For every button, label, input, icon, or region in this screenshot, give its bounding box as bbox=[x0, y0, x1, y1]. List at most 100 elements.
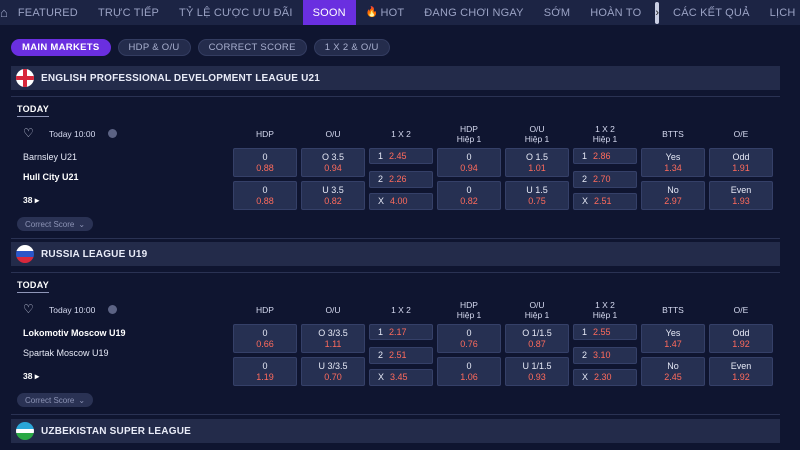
odds-line: No bbox=[667, 184, 679, 195]
nav-featured[interactable]: FEATURED bbox=[8, 0, 88, 25]
nav-best-odds[interactable]: TỶ LỆ CƯỢC ƯU ĐÃI bbox=[169, 0, 303, 25]
nav-results[interactable]: CÁC KẾT QUẢ bbox=[663, 0, 760, 25]
odds-cell-x12[interactable]: 2 2.26 bbox=[369, 171, 433, 188]
outcome-key: 2 bbox=[378, 350, 384, 360]
league-name: ENGLISH PROFESSIONAL DEVELOPMENT LEAGUE … bbox=[41, 72, 321, 84]
uzbekistan-flag-icon bbox=[16, 422, 34, 440]
odds-cell-x12[interactable]: 1 2.45 bbox=[369, 148, 433, 164]
odds-value: 0.93 bbox=[528, 371, 546, 382]
tab-hdp-ou[interactable]: HDP & O/U bbox=[117, 39, 191, 56]
odds-line: O 3.5 bbox=[321, 151, 344, 162]
odds-value: 3.45 bbox=[390, 372, 408, 382]
league-header[interactable]: ENGLISH PROFESSIONAL DEVELOPMENT LEAGUE … bbox=[11, 66, 780, 90]
home-icon[interactable]: ⌂ bbox=[0, 0, 8, 25]
odds-cell-hdp[interactable]: 0 1.19 bbox=[233, 357, 297, 386]
column-header-sub: Hiệp 1 bbox=[592, 134, 618, 144]
odds-cell-x12_h1[interactable]: 2 3.10 bbox=[573, 347, 637, 364]
odds-value: 0.66 bbox=[256, 338, 274, 349]
odds-cell-x12_h1[interactable]: X 2.51 bbox=[573, 193, 637, 210]
odds-cell-hdp[interactable]: 0 0.88 bbox=[233, 148, 297, 177]
odds-cell-x12_h1[interactable]: 1 2.86 bbox=[573, 148, 637, 164]
odds-cell-hdp_h1[interactable]: 0 0.82 bbox=[437, 181, 501, 210]
odds-cell-btts[interactable]: Yes 1.47 bbox=[641, 324, 705, 353]
odds-line: No bbox=[667, 360, 679, 371]
tab-1x2-ou[interactable]: 1 X 2 & O/U bbox=[313, 39, 390, 56]
odds-cell-hdp[interactable]: 0 0.66 bbox=[233, 324, 297, 353]
odds-cell-btts[interactable]: No 2.97 bbox=[641, 181, 705, 210]
more-markets-link[interactable]: 38 ▸ bbox=[23, 195, 39, 206]
odds-cell-x12[interactable]: 2 2.51 bbox=[369, 347, 433, 364]
chevron-down-icon: ⌄ bbox=[78, 219, 86, 229]
odds-cell-oe[interactable]: Odd 1.91 bbox=[709, 148, 773, 177]
column-header-x12_h1: 1 X 2 Hiệp 1 bbox=[573, 300, 637, 320]
nav-schedule[interactable]: LỊCH bbox=[760, 0, 800, 25]
odds-cell-hdp_h1[interactable]: 0 1.06 bbox=[437, 357, 501, 386]
column-header-oe: O/E bbox=[733, 305, 749, 315]
odds-cell-ou[interactable]: O 3.5 0.94 bbox=[301, 148, 365, 177]
odds-value: 2.97 bbox=[664, 195, 682, 206]
column-header-x12: 1 X 2 bbox=[391, 129, 411, 139]
tab-correct-score[interactable]: CORRECT SCORE bbox=[197, 39, 307, 56]
nav-early[interactable]: SỚM bbox=[534, 0, 581, 25]
odds-cell-oe[interactable]: Odd 1.92 bbox=[709, 324, 773, 353]
league-header[interactable]: UZBEKISTAN SUPER LEAGUE bbox=[11, 419, 780, 443]
outcome-key: X bbox=[582, 372, 589, 382]
fire-icon: 🔥 bbox=[365, 7, 379, 18]
odds-cell-ou_h1[interactable]: U 1/1.5 0.93 bbox=[505, 357, 569, 386]
nav-live[interactable]: TRỰC TIẾP bbox=[88, 0, 169, 25]
nav-hot-label: HOT bbox=[380, 6, 405, 19]
odds-cell-ou[interactable]: U 3.5 0.82 bbox=[301, 181, 365, 210]
odds-line: Even bbox=[730, 184, 752, 195]
odds-line: Yes bbox=[665, 151, 681, 162]
correct-score-dropdown[interactable]: Correct Score ⌄ bbox=[17, 217, 94, 231]
odds-value: 1.91 bbox=[732, 162, 750, 173]
nav-hot[interactable]: 🔥 HOT bbox=[356, 0, 414, 25]
odds-cell-hdp_h1[interactable]: 0 0.94 bbox=[437, 148, 501, 177]
odds-cell-hdp_h1[interactable]: 0 0.76 bbox=[437, 324, 501, 353]
odds-value: 2.70 bbox=[593, 174, 611, 184]
more-markets-link[interactable]: 38 ▸ bbox=[23, 371, 39, 382]
odds-line: 0 bbox=[466, 360, 472, 371]
odds-cell-x12_h1[interactable]: X 2.30 bbox=[573, 369, 637, 386]
today-label: TODAY bbox=[17, 280, 50, 293]
odds-cell-ou[interactable]: U 3/3.5 0.70 bbox=[301, 357, 365, 386]
odds-cell-ou[interactable]: O 3/3.5 1.11 bbox=[301, 324, 365, 353]
favorite-heart-icon[interactable]: ♡ bbox=[23, 126, 34, 140]
odds-cell-x12[interactable]: X 4.00 bbox=[369, 193, 433, 210]
odds-cell-x12[interactable]: X 3.45 bbox=[369, 369, 433, 386]
correct-score-label: Correct Score bbox=[25, 395, 75, 405]
nav-playing-now[interactable]: ĐANG CHƠI NGAY bbox=[414, 0, 533, 25]
match-time: Today 10:00 bbox=[49, 129, 96, 139]
odds-cell-ou_h1[interactable]: O 1.5 1.01 bbox=[505, 148, 569, 177]
column-header-sub: Hiệp 1 bbox=[456, 310, 482, 320]
column-header-btts: BTTS bbox=[662, 129, 684, 139]
odds-line: U 3.5 bbox=[322, 184, 344, 195]
odds-line: U 3/3.5 bbox=[318, 360, 348, 371]
nav-soon[interactable]: SOON bbox=[302, 0, 356, 25]
odds-cell-hdp[interactable]: 0 0.88 bbox=[233, 181, 297, 210]
odds-cell-x12_h1[interactable]: 1 2.55 bbox=[573, 324, 637, 340]
odds-cell-btts[interactable]: Yes 1.34 bbox=[641, 148, 705, 177]
odds-line: U 1/1.5 bbox=[522, 360, 552, 371]
odds-cell-oe[interactable]: Even 1.93 bbox=[709, 181, 773, 210]
tab-main-markets[interactable]: MAIN MARKETS bbox=[11, 39, 111, 56]
odds-value: 1.34 bbox=[664, 162, 682, 173]
nav-complete[interactable]: HOÀN TO bbox=[580, 0, 651, 25]
outcome-key: 1 bbox=[378, 326, 384, 337]
odds-value: 2.17 bbox=[389, 326, 407, 337]
odds-cell-ou_h1[interactable]: U 1.5 0.75 bbox=[505, 181, 569, 210]
odds-cell-ou_h1[interactable]: O 1/1.5 0.87 bbox=[505, 324, 569, 353]
column-header-ou_h1: O/U Hiệp 1 bbox=[505, 124, 569, 144]
favorite-heart-icon[interactable]: ♡ bbox=[23, 302, 34, 316]
odds-value: 1.19 bbox=[256, 371, 274, 382]
odds-line: 0 bbox=[466, 184, 472, 195]
odds-line: 0 bbox=[262, 360, 268, 371]
chevron-right-icon[interactable]: › bbox=[655, 1, 660, 24]
odds-cell-btts[interactable]: No 2.45 bbox=[641, 357, 705, 386]
odds-value: 1.11 bbox=[324, 338, 342, 349]
league-header[interactable]: RUSSIA LEAGUE U19 bbox=[11, 242, 780, 266]
odds-cell-x12_h1[interactable]: 2 2.70 bbox=[573, 171, 637, 188]
odds-cell-x12[interactable]: 1 2.17 bbox=[369, 324, 433, 340]
odds-cell-oe[interactable]: Even 1.92 bbox=[709, 357, 773, 386]
correct-score-dropdown[interactable]: Correct Score ⌄ bbox=[17, 393, 94, 407]
